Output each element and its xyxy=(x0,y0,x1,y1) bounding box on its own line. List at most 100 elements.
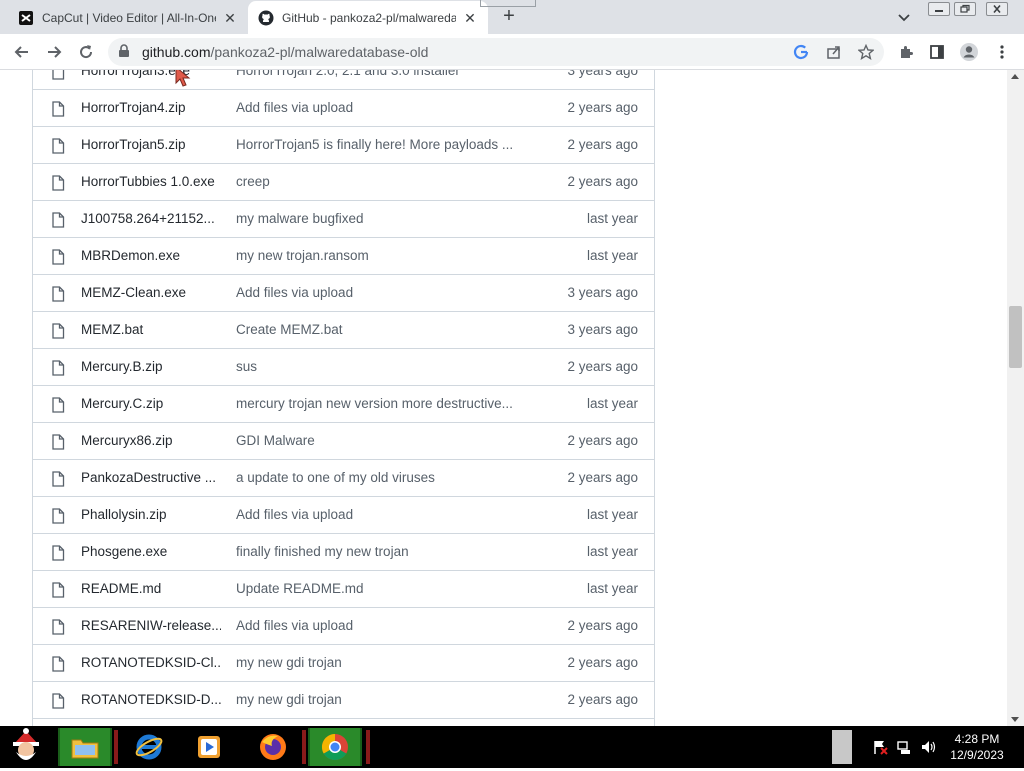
share-icon[interactable] xyxy=(824,42,844,62)
file-row[interactable]: J100758.264+21152... my malware bugfixed l… xyxy=(33,200,654,237)
action-center-flag-icon[interactable] xyxy=(872,739,888,755)
file-name-link[interactable]: RESARENIW-release.... xyxy=(81,618,221,633)
side-panel-icon[interactable] xyxy=(927,42,947,62)
vertical-scrollbar[interactable] xyxy=(1007,70,1024,726)
commit-message-link[interactable]: Create MEMZ.bat xyxy=(236,322,531,337)
firefox-icon[interactable] xyxy=(246,728,300,766)
file-name-link[interactable]: Mercury.C.zip xyxy=(81,396,221,411)
google-lens-icon[interactable] xyxy=(791,42,811,62)
file-row[interactable]: HorrorTubbies 1.0.exe creep 2 years ago xyxy=(33,163,654,200)
profile-avatar-icon[interactable] xyxy=(959,42,979,62)
start-santa-icon[interactable] xyxy=(6,728,46,766)
network-icon[interactable] xyxy=(896,739,912,755)
file-row[interactable] xyxy=(33,718,654,726)
file-row[interactable]: Phosgene.exe finally finished my new troj… xyxy=(33,533,654,570)
file-name-link[interactable]: HorrorTubbies 1.0.exe xyxy=(81,174,221,189)
bookmark-star-icon[interactable] xyxy=(856,42,876,62)
file-row[interactable]: README.md Update README.md last year xyxy=(33,570,654,607)
file-row[interactable]: MEMZ.bat Create MEMZ.bat 3 years ago xyxy=(33,311,654,348)
back-arrow-icon[interactable] xyxy=(12,42,32,62)
file-row[interactable]: ROTANOTEDKSID-Cl... my new gdi trojan 2 ye… xyxy=(33,644,654,681)
scrollbar-thumb[interactable] xyxy=(1009,306,1022,368)
tab-github[interactable]: GitHub - pankoza2-pl/malwaredatabase-old… xyxy=(248,1,488,34)
reload-icon[interactable] xyxy=(76,42,96,62)
file-name-link[interactable]: J100758.264+21152... xyxy=(81,211,221,226)
media-player-icon[interactable] xyxy=(182,728,236,766)
file-name-link[interactable]: Phosgene.exe xyxy=(81,544,221,559)
commit-age: 3 years ago xyxy=(567,322,638,337)
file-name-link[interactable]: Mercury.B.zip xyxy=(81,359,221,374)
file-name-link[interactable]: MEMZ-Clean.exe xyxy=(81,285,221,300)
lock-icon[interactable] xyxy=(118,44,130,63)
file-icon xyxy=(51,175,65,191)
forward-arrow-icon[interactable] xyxy=(44,42,64,62)
volume-icon[interactable] xyxy=(920,739,936,755)
file-row[interactable]: PankozaDestructive ... a update to one of… xyxy=(33,459,654,496)
system-clock[interactable]: 4:28 PM 12/9/2023 xyxy=(944,731,1010,763)
file-name-link[interactable]: Mercuryx86.zip xyxy=(81,433,221,448)
commit-message-link[interactable]: Add files via upload xyxy=(236,618,531,633)
tab-close-icon[interactable]: ✕ xyxy=(222,10,238,26)
commit-message-link[interactable]: creep xyxy=(236,174,531,189)
url-text[interactable]: github.com/pankoza2-pl/malwaredatabase-o… xyxy=(142,44,428,60)
file-row[interactable]: Phallolysin.zip Add files via upload last … xyxy=(33,496,654,533)
commit-message-link[interactable]: Update README.md xyxy=(236,581,531,596)
tab-search-chevron-icon[interactable] xyxy=(895,8,913,26)
commit-message-link[interactable]: my new gdi trojan xyxy=(236,692,531,707)
scroll-down-arrow-icon[interactable] xyxy=(1011,717,1019,722)
file-name-link[interactable]: Phallolysin.zip xyxy=(81,507,221,522)
file-name-link[interactable]: MEMZ.bat xyxy=(81,322,221,337)
commit-message-link[interactable]: my new trojan.ransom xyxy=(236,248,531,263)
file-name-link[interactable]: ROTANOTEDKSID-Cl... xyxy=(81,655,221,670)
file-name-link[interactable]: ROTANOTEDKSID-D... xyxy=(81,692,221,707)
file-name-link[interactable]: MBRDemon.exe xyxy=(81,248,221,263)
file-name-link[interactable]: HorrorTrojan3.exe xyxy=(81,70,221,78)
commit-message-link[interactable]: my new gdi trojan xyxy=(236,655,531,670)
commit-message-link[interactable]: Add files via upload xyxy=(236,100,531,115)
tab-close-icon[interactable]: ✕ xyxy=(462,10,478,26)
more-menu-icon[interactable] xyxy=(992,42,1012,62)
commit-age: last year xyxy=(586,248,638,263)
file-name-link[interactable]: README.md xyxy=(81,581,221,596)
new-tab-button[interactable]: + xyxy=(498,5,520,27)
commit-message-link[interactable]: Add files via upload xyxy=(236,285,531,300)
mouse-cursor-icon xyxy=(175,70,191,93)
file-row[interactable]: MEMZ-Clean.exe Add files via upload 3 year… xyxy=(33,274,654,311)
file-row[interactable]: Mercury.B.zip sus 2 years ago xyxy=(33,348,654,385)
file-row[interactable]: HorrorTrojan5.zip HorrorTrojan5 is finall… xyxy=(33,126,654,163)
file-explorer-icon[interactable] xyxy=(58,728,112,766)
file-name-link[interactable]: HorrorTrojan5.zip xyxy=(81,137,221,152)
file-row[interactable]: Mercury.C.zip mercury trojan new version … xyxy=(33,385,654,422)
minimize-button[interactable] xyxy=(928,2,950,16)
file-row[interactable]: RESARENIW-release.... Add files via uploa… xyxy=(33,607,654,644)
restore-button[interactable] xyxy=(954,2,976,16)
commit-age: 3 years ago xyxy=(567,285,638,300)
file-row[interactable]: HorrorTrojan4.zip Add files via upload 2 y… xyxy=(33,89,654,126)
commit-message-link[interactable]: sus xyxy=(236,359,531,374)
tab-title: CapCut | Video Editor | All-In-One xyxy=(42,10,216,25)
commit-message-link[interactable]: mercury trojan new version more destruct… xyxy=(236,396,531,411)
commit-age: 2 years ago xyxy=(567,618,638,633)
taskbar-separator xyxy=(114,730,118,764)
internet-explorer-icon[interactable] xyxy=(122,728,176,766)
file-row[interactable]: Mercuryx86.zip GDI Malware 2 years ago xyxy=(33,422,654,459)
file-row[interactable]: MBRDemon.exe my new trojan.ransom last yea… xyxy=(33,237,654,274)
commit-message-link[interactable]: a update to one of my old viruses xyxy=(236,470,531,485)
extensions-puzzle-icon[interactable] xyxy=(896,42,916,62)
chrome-icon[interactable] xyxy=(308,728,362,766)
commit-message-link[interactable]: HorrorTrojan5 is finally here! More payl… xyxy=(236,137,531,152)
file-row[interactable]: HorrorTrojan3.exe HorrorTrojan 2.0, 2.1 a… xyxy=(33,70,654,89)
commit-message-link[interactable]: my malware bugfixed xyxy=(236,211,531,226)
file-row[interactable]: ROTANOTEDKSID-D... my new gdi trojan 2 yea… xyxy=(33,681,654,718)
commit-message-link[interactable]: GDI Malware xyxy=(236,433,531,448)
scroll-up-arrow-icon[interactable] xyxy=(1011,74,1019,79)
commit-message-link[interactable]: finally finished my new trojan xyxy=(236,544,531,559)
file-name-link[interactable]: PankozaDestructive ... xyxy=(81,470,221,485)
tray-show-hidden-button[interactable] xyxy=(832,730,852,764)
commit-message-link[interactable]: HorrorTrojan 2.0, 2.1 and 3.0 installer xyxy=(236,70,531,78)
address-bar[interactable]: github.com/pankoza2-pl/malwaredatabase-o… xyxy=(108,38,884,66)
commit-message-link[interactable]: Add files via upload xyxy=(236,507,531,522)
file-name-link[interactable]: HorrorTrojan4.zip xyxy=(81,100,221,115)
close-window-button[interactable] xyxy=(986,2,1008,16)
tab-capcut[interactable]: CapCut | Video Editor | All-In-One ✕ xyxy=(8,1,248,34)
